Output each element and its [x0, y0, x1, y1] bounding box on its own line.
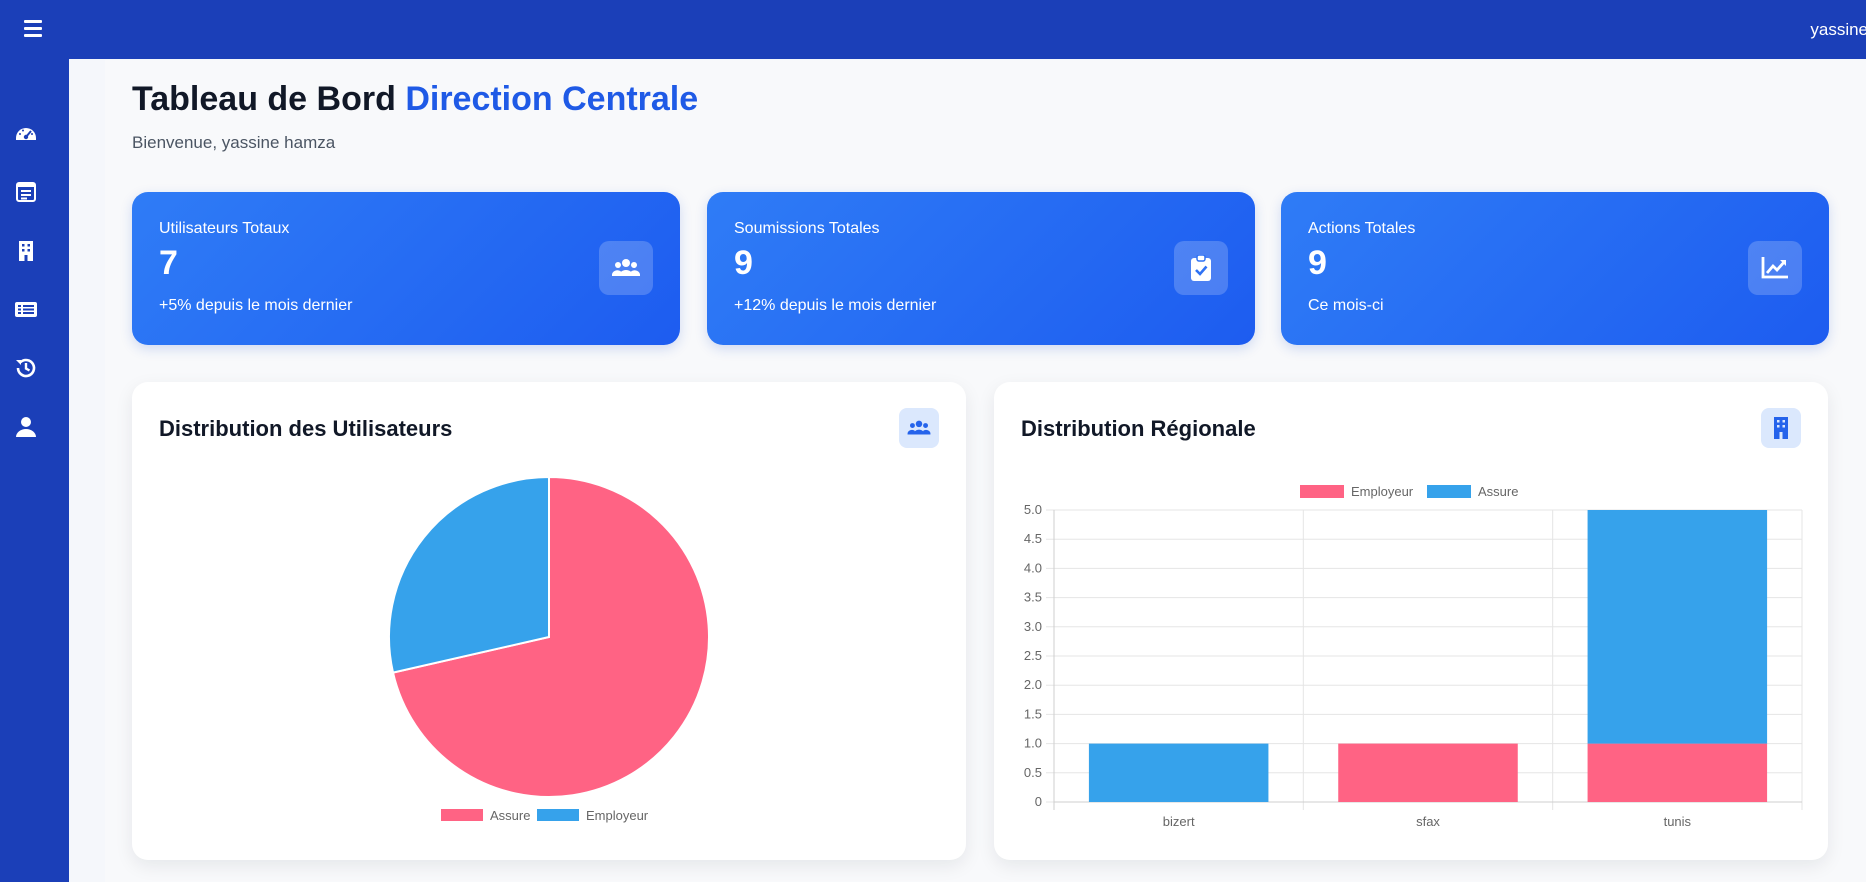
stat-subtext: Ce mois-ci: [1308, 297, 1384, 314]
y-tick-label: 0: [1035, 794, 1042, 809]
hamburger-icon: [24, 20, 42, 23]
x-tick-label: sfax: [1416, 814, 1440, 829]
page-title-main: Tableau de Bord: [132, 80, 396, 118]
chart-line-icon: [1748, 241, 1802, 295]
page-title-accent: Direction Centrale: [405, 80, 699, 118]
hamburger-icon-bar: [24, 27, 42, 30]
list-document-icon: [16, 182, 36, 202]
stat-label: Actions Totales: [1308, 220, 1416, 237]
y-tick-label: 3.5: [1024, 590, 1042, 605]
x-tick-label: bizert: [1163, 814, 1195, 829]
sidebar: [0, 0, 69, 882]
y-tick-label: 1.0: [1024, 736, 1042, 751]
sidebar-item-table[interactable]: [14, 297, 38, 321]
y-tick-label: 4.0: [1024, 560, 1042, 575]
stat-label: Utilisateurs Totaux: [159, 220, 290, 237]
building-icon: [19, 241, 33, 261]
sidebar-item-list[interactable]: [14, 180, 38, 204]
bar-chart: Employeur Assure 0 0.5 1.0 1.5 2.0 2.5 3.0 3.5 4.0…: [1024, 484, 1803, 829]
x-tick-label: tunis: [1664, 814, 1692, 829]
y-tick-label: 5.0: [1024, 502, 1042, 517]
sidebar-item-dashboard[interactable]: [14, 122, 38, 146]
legend-swatch: [441, 809, 483, 821]
legend-swatch: [1427, 485, 1471, 498]
user-icon: [16, 417, 36, 437]
y-tick-label: 3.0: [1024, 619, 1042, 634]
bar-tunis-assure[interactable]: [1587, 510, 1768, 744]
y-tick-label: 2.0: [1024, 677, 1042, 692]
stat-value: 7: [159, 244, 178, 282]
dashboard-gauge-icon: [16, 128, 36, 140]
stat-card-users: Utilisateurs Totaux 7 +5% depuis le mois…: [132, 192, 680, 345]
pie-slice-employeur[interactable]: [388, 475, 550, 674]
bar-bizert-assure[interactable]: [1088, 743, 1269, 802]
sidebar-item-history[interactable]: [14, 356, 38, 380]
table-list-icon: [15, 302, 37, 317]
user-name[interactable]: yassine: [1810, 20, 1866, 40]
stat-card-actions: Actions Totales 9 Ce mois-ci: [1281, 192, 1829, 345]
history-icon: [16, 358, 36, 378]
stat-value: 9: [1308, 244, 1327, 282]
stat-value: 9: [734, 244, 753, 282]
y-tick-label: 1.5: [1024, 706, 1042, 721]
chart-card-regional: Distribution Régionale Employeur Assure 0 0…: [994, 382, 1828, 860]
sidebar-item-profile[interactable]: [14, 415, 38, 439]
bar-sfax-employeur[interactable]: [1338, 743, 1518, 802]
legend-label[interactable]: Employeur: [1351, 484, 1414, 499]
legend-swatch: [537, 809, 579, 821]
hamburger-menu-button[interactable]: [20, 20, 46, 40]
legend-label[interactable]: Assure: [1478, 484, 1518, 499]
chart-card-users: Distribution des Utilisateurs Assure Empl…: [132, 382, 966, 860]
legend-swatch: [1300, 485, 1344, 498]
welcome-message: Bienvenue, yassine hamza: [132, 133, 336, 152]
y-tick-label: 0.5: [1024, 765, 1042, 780]
users-icon: [599, 241, 653, 295]
hamburger-icon-bar: [24, 34, 42, 37]
y-tick-label: 2.5: [1024, 648, 1042, 663]
stat-subtext: +12% depuis le mois dernier: [734, 297, 937, 314]
stat-label: Soumissions Totales: [734, 220, 880, 237]
stat-card-submissions: Soumissions Totales 9 +12% depuis le moi…: [707, 192, 1255, 345]
clipboard-check-icon: [1174, 241, 1228, 295]
top-navbar: yassine: [0, 0, 1866, 59]
y-tick-label: 4.5: [1024, 531, 1042, 546]
bar-tunis-employeur[interactable]: [1587, 743, 1768, 802]
stat-subtext: +5% depuis le mois dernier: [159, 297, 353, 314]
legend-label[interactable]: Assure: [490, 808, 530, 823]
pie-chart: Assure Employeur: [388, 475, 710, 823]
page-title: Tableau de Bord Direction Centrale: [132, 80, 698, 119]
sidebar-item-buildings[interactable]: [14, 239, 38, 263]
legend-label[interactable]: Employeur: [586, 808, 649, 823]
